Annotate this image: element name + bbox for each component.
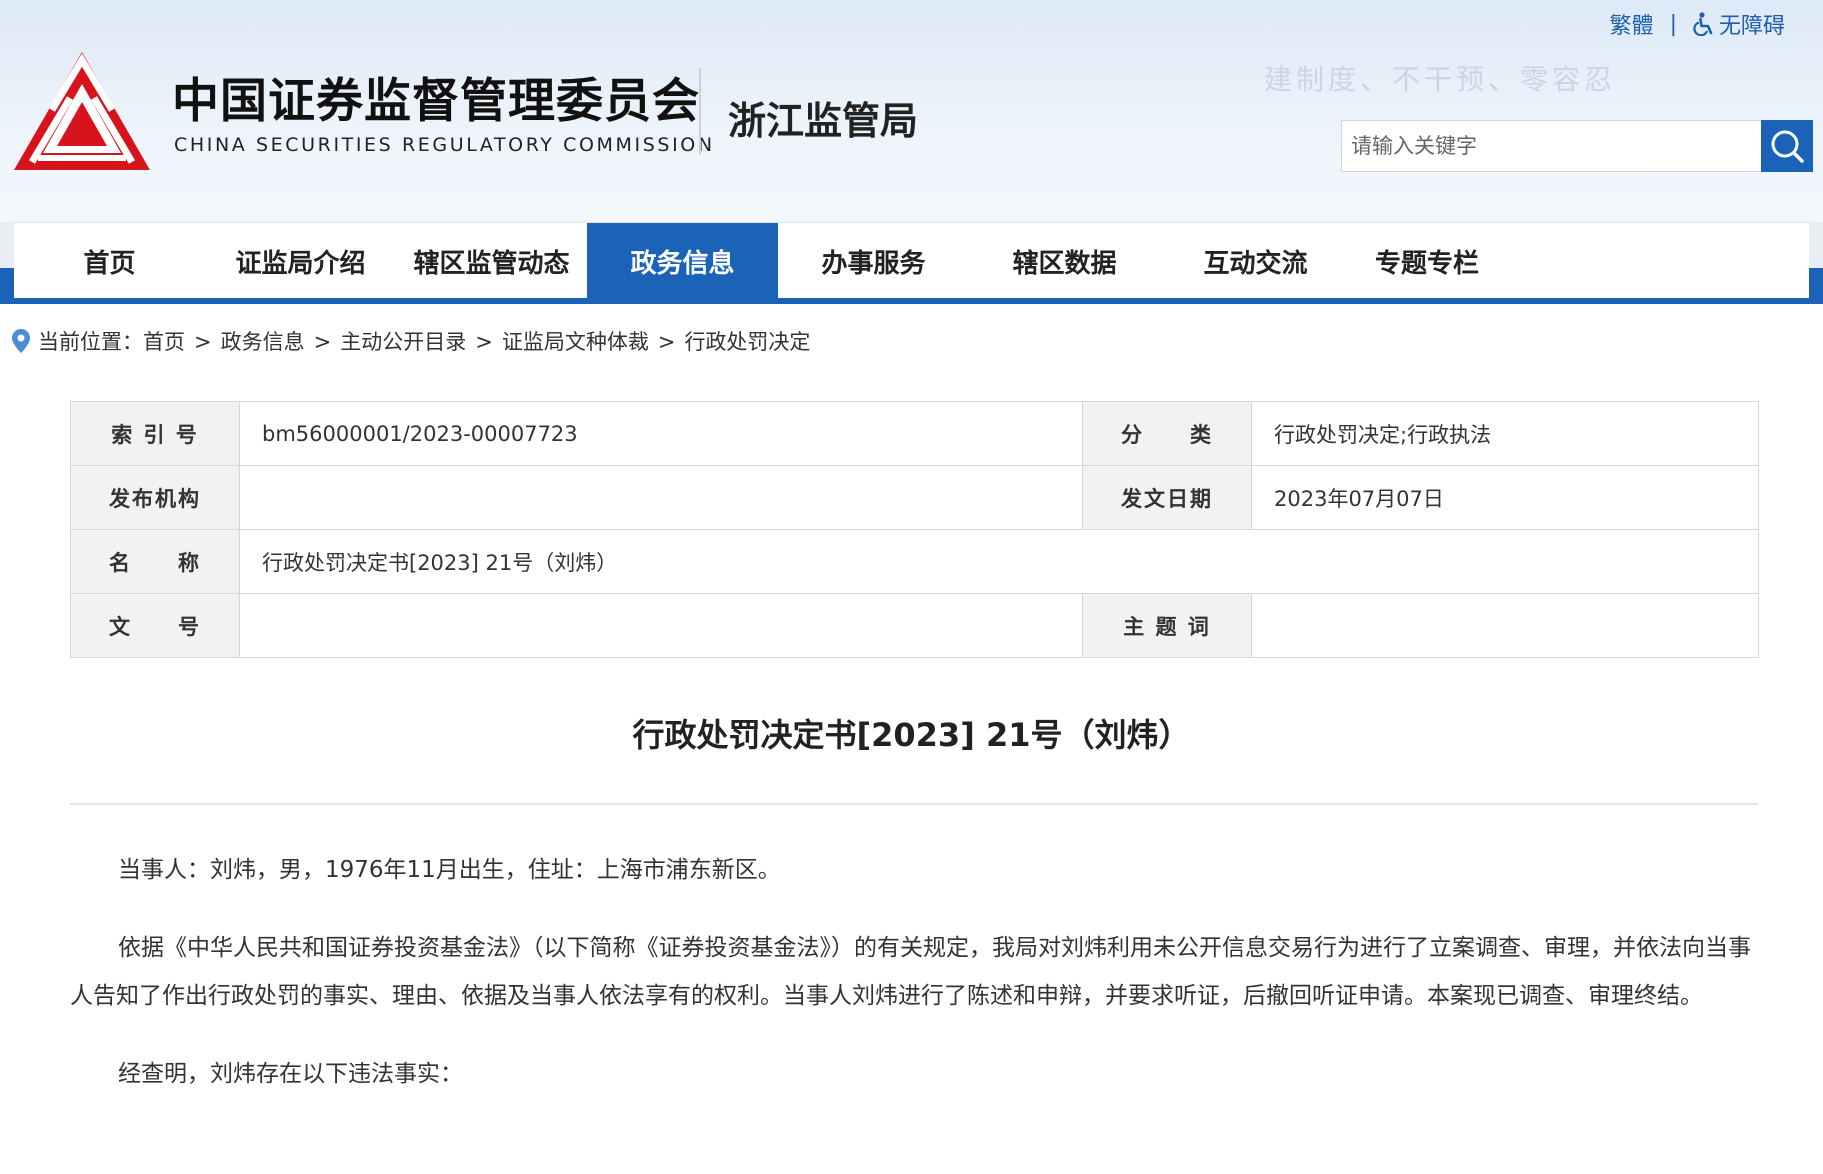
- search-icon: [1771, 130, 1804, 163]
- breadcrumb-link-4[interactable]: 行政处罚决定: [684, 330, 810, 354]
- table-row: 索 引 号 bm56000001/2023-00007723 分 类 行政处罚决…: [70, 401, 1759, 466]
- accessibility-label: 无障碍: [1718, 14, 1785, 39]
- location-pin-icon: [12, 329, 30, 353]
- breadcrumb-link-1[interactable]: 政务信息: [221, 330, 305, 354]
- breadcrumb-separator: >: [475, 330, 493, 354]
- slogan: 建制度、不干预、零容忍: [1264, 63, 1617, 96]
- bureau-name: 浙江监管局: [728, 99, 919, 143]
- docno-value: [239, 593, 1083, 658]
- name-label: 名 称: [70, 529, 240, 594]
- top-links-divider: |: [1669, 11, 1677, 37]
- date-value: 2023年07月07日: [1251, 465, 1759, 530]
- table-row: 名 称 行政处罚决定书[2023] 21号（刘炜）: [70, 529, 1759, 594]
- nav-item-0[interactable]: 首页: [14, 223, 205, 299]
- traditional-chinese-link[interactable]: 繁體: [1610, 8, 1654, 40]
- date-label: 发文日期: [1082, 465, 1252, 530]
- index-value: bm56000001/2023-00007723: [239, 401, 1083, 466]
- breadcrumb: 当前位置： 首页 > 政务信息 > 主动公开目录 > 证监局文种体裁 > 行政处罚决定: [12, 326, 810, 356]
- csrc-logo-icon[interactable]: [12, 50, 152, 172]
- index-label: 索 引 号: [70, 401, 240, 466]
- nav-menu: 首页 证监局介绍 辖区监管动态 政务信息 办事服务 辖区数据 互动交流 专题专栏: [14, 222, 1809, 304]
- paragraph-findings: 经查明，刘炜存在以下违法事实：: [118, 1061, 463, 1087]
- wheelchair-icon: [1693, 12, 1713, 36]
- breadcrumb-link-0[interactable]: 首页: [143, 330, 185, 354]
- main-content: 索 引 号 bm56000001/2023-00007723 分 类 行政处罚决…: [14, 376, 1809, 1174]
- publisher-label: 发布机构: [70, 465, 240, 530]
- keywords-label: 主 题 词: [1082, 593, 1252, 658]
- search-button[interactable]: [1761, 120, 1813, 172]
- nav-item-4[interactable]: 办事服务: [778, 223, 969, 299]
- breadcrumb-link-3[interactable]: 证监局文种体裁: [502, 330, 649, 354]
- breadcrumb-items: 首页 > 政务信息 > 主动公开目录 > 证监局文种体裁 > 行政处罚决定: [143, 326, 810, 356]
- top-links: 繁體 | 无障碍: [1610, 8, 1785, 40]
- nav-item-3[interactable]: 政务信息: [587, 223, 778, 299]
- publisher-value: [239, 465, 1083, 530]
- table-row: 文 号 主 题 词: [70, 593, 1759, 658]
- nav-item-7[interactable]: 专题专栏: [1351, 223, 1605, 299]
- search-bar: [1341, 120, 1813, 172]
- breadcrumb-separator: >: [657, 330, 676, 354]
- category-value: 行政处罚决定;行政执法: [1251, 401, 1759, 466]
- article-title: 行政处罚决定书[2023] 21号（刘炜）: [632, 716, 1191, 754]
- article-body: 当事人：刘炜，男，1976年11月出生，住址：上海市浦东新区。 依据《中华人民共…: [70, 846, 1760, 1128]
- org-name-en: CHINA SECURITIES REGULATORY COMMISSION: [174, 134, 715, 156]
- category-label: 分 类: [1082, 401, 1252, 466]
- main-navigation: 首页 证监局介绍 辖区监管动态 政务信息 办事服务 辖区数据 互动交流 专题专栏: [0, 222, 1823, 304]
- nav-item-5[interactable]: 辖区数据: [969, 223, 1160, 299]
- paragraph-basis: 依据《中华人民共和国证券投资基金法》（以下简称《证券投资基金法》）的有关规定，我…: [70, 935, 1751, 1009]
- search-input[interactable]: [1341, 120, 1761, 172]
- nav-item-6[interactable]: 互动交流: [1160, 223, 1351, 299]
- docno-label: 文 号: [70, 593, 240, 658]
- document-metadata-table: 索 引 号 bm56000001/2023-00007723 分 类 行政处罚决…: [70, 401, 1759, 658]
- paragraph-party: 当事人：刘炜，男，1976年11月出生，住址：上海市浦东新区。: [118, 857, 781, 883]
- name-value: 行政处罚决定书[2023] 21号（刘炜）: [239, 529, 1759, 594]
- keywords-value: [1251, 593, 1759, 658]
- nav-item-2[interactable]: 辖区监管动态: [396, 223, 587, 299]
- breadcrumb-separator: >: [194, 330, 212, 354]
- breadcrumb-prefix: 当前位置：: [38, 330, 143, 354]
- accessibility-link[interactable]: 无障碍: [1693, 8, 1785, 40]
- title-divider: [70, 803, 1758, 805]
- header-divider: [699, 68, 701, 154]
- org-name-cn: 中国证券监督管理委员会: [172, 74, 700, 129]
- table-row: 发布机构 发文日期 2023年07月07日: [70, 465, 1759, 530]
- site-header: 繁體 | 无障碍 中国证券监督管理委员会 CHINA SECURITIES RE…: [0, 0, 1823, 222]
- nav-item-1[interactable]: 证监局介绍: [205, 223, 396, 299]
- breadcrumb-link-2[interactable]: 主动公开目录: [340, 330, 466, 354]
- breadcrumb-separator: >: [313, 330, 332, 354]
